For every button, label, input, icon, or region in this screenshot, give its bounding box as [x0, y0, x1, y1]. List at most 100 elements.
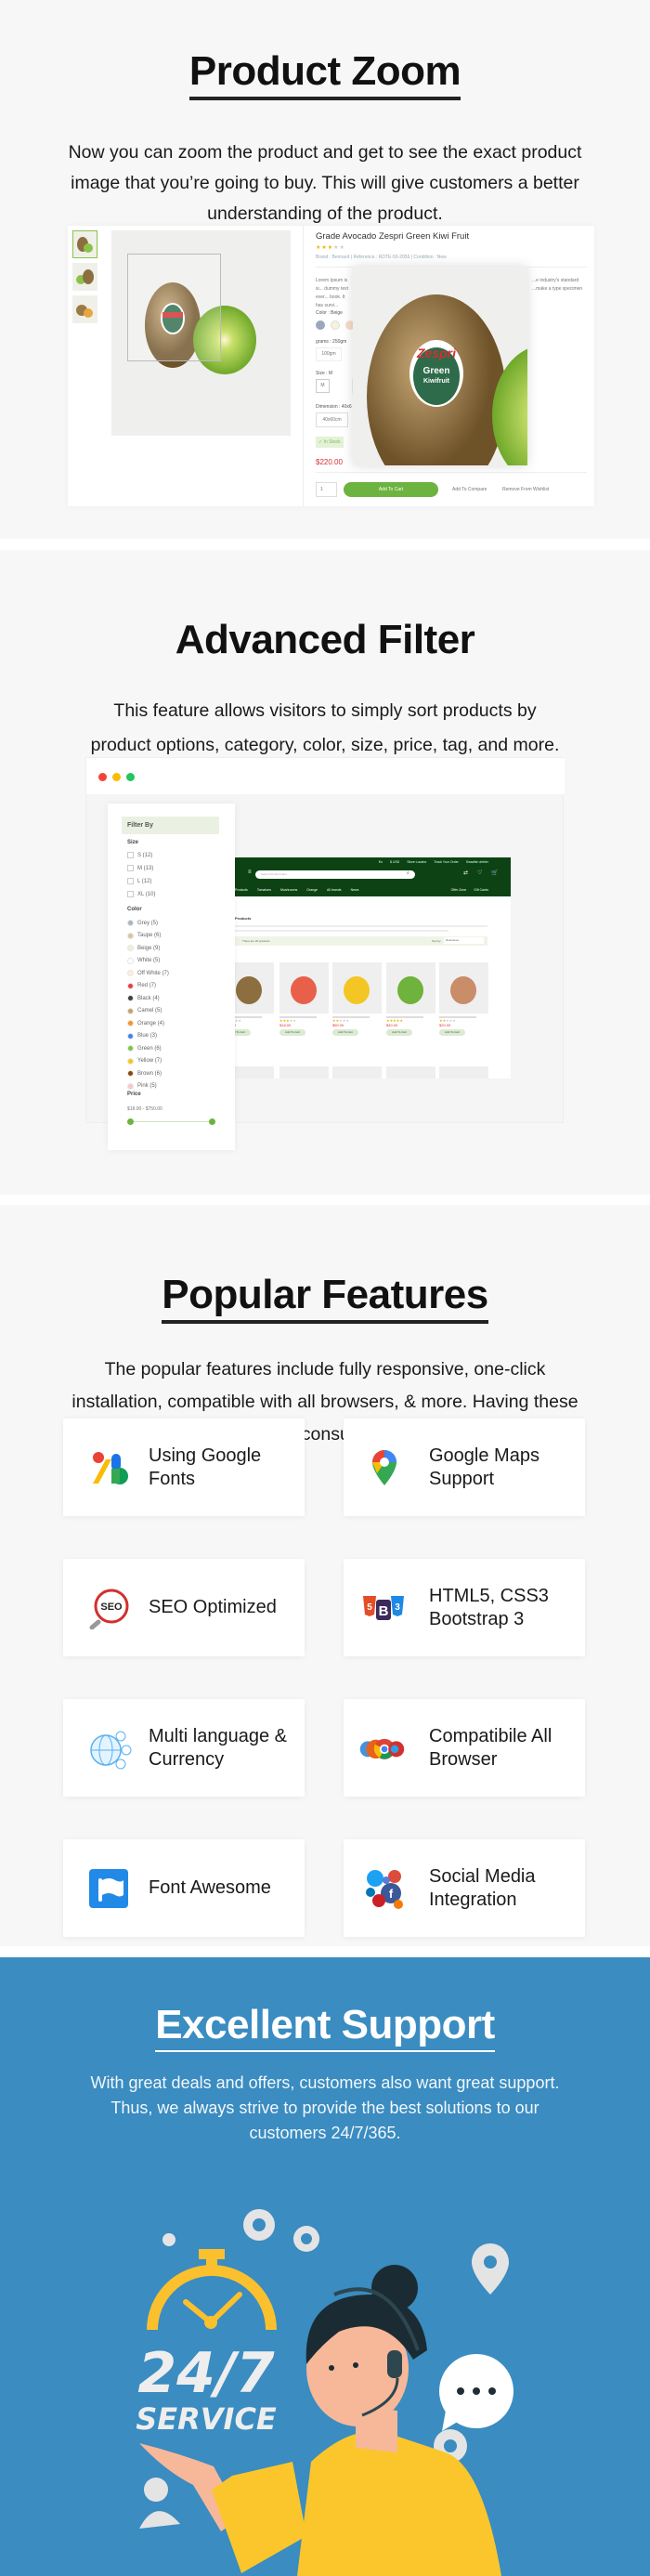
product-image[interactable] — [386, 962, 436, 1013]
color-swatch[interactable] — [127, 982, 134, 989]
color-swatch[interactable] — [331, 320, 340, 330]
minimize-dot-icon[interactable] — [112, 773, 121, 781]
color-filter-option[interactable]: Orange (4) — [127, 1020, 164, 1026]
color-filter-option[interactable]: Camel (5) — [127, 1007, 162, 1014]
add-to-cart-button[interactable]: Add To Cart — [386, 1029, 412, 1036]
close-dot-icon[interactable] — [98, 773, 107, 781]
nav-item[interactable]: Products — [235, 888, 248, 892]
compare-icon[interactable]: ⇄ — [463, 870, 468, 876]
size-filter-option[interactable]: L (12) — [127, 878, 151, 884]
product-card[interactable]: ★★★★★ $40.00 Add To Cart — [386, 962, 436, 1036]
color-swatch[interactable] — [127, 970, 134, 976]
search-icon[interactable]: ⌕ — [407, 870, 410, 876]
color-filter-option[interactable]: Brown (6) — [127, 1070, 162, 1077]
color-swatch[interactable] — [127, 995, 134, 1001]
color-filter-option[interactable]: Taupe (6) — [127, 932, 161, 939]
nav-item[interactable]: Mushrooms — [280, 888, 297, 892]
product-image[interactable] — [439, 1066, 488, 1079]
product-image[interactable] — [235, 1066, 274, 1079]
cart-icon[interactable]: 🛒 — [491, 870, 498, 876]
checkbox[interactable] — [127, 891, 134, 897]
size-filter-option[interactable]: M (13) — [127, 865, 153, 871]
account-link[interactable]: Swadhin dehler — [466, 860, 488, 864]
nav-item[interactable]: Orange — [306, 888, 318, 892]
color-filter-option[interactable]: Beige (9) — [127, 945, 160, 951]
nav-item[interactable]: News — [351, 888, 359, 892]
product-card[interactable] — [332, 1066, 382, 1079]
size-filter-option[interactable]: S (12) — [127, 852, 152, 858]
add-to-cart-button[interactable]: Add To Cart — [332, 1029, 358, 1036]
color-filter-option[interactable]: White (5) — [127, 957, 160, 964]
color-swatch[interactable] — [127, 1020, 134, 1026]
color-swatch[interactable] — [127, 932, 134, 939]
add-to-compare-link[interactable]: Add To Compare — [452, 487, 487, 492]
color-filter-option[interactable]: Green (6) — [127, 1045, 162, 1052]
product-card[interactable] — [280, 1066, 329, 1079]
zoom-lens[interactable] — [127, 254, 221, 361]
color-swatch[interactable] — [316, 320, 325, 330]
track-order-link[interactable]: Track Your Order — [434, 860, 459, 864]
product-card[interactable]: ★★★★★$20.00Add To Cart — [439, 962, 488, 1036]
maximize-dot-icon[interactable] — [126, 773, 135, 781]
checkbox[interactable] — [127, 878, 134, 884]
product-card[interactable] — [386, 1066, 436, 1079]
nav-item[interactable]: Tomatoes — [257, 888, 271, 892]
color-swatch[interactable] — [127, 1057, 134, 1065]
menu-icon[interactable]: ≡ — [248, 870, 252, 875]
product-image[interactable] — [280, 962, 329, 1013]
add-to-cart-button[interactable]: Add To Cart — [280, 1029, 306, 1036]
color-filter-option[interactable]: Red (7) — [127, 982, 156, 989]
thumbnail[interactable] — [72, 230, 98, 258]
offer-zone-link[interactable]: Offer Zone — [451, 888, 467, 892]
color-swatch[interactable] — [127, 1032, 134, 1040]
price-slider-min-handle[interactable] — [127, 1118, 134, 1125]
remove-wishlist-link[interactable]: Remove From Wishlist — [502, 487, 549, 492]
color-filter-option[interactable]: Black (4) — [127, 995, 160, 1001]
main-product-image[interactable] — [111, 230, 291, 436]
currency-select[interactable]: $ USD — [390, 860, 399, 864]
product-image[interactable] — [332, 962, 382, 1013]
product-card[interactable] — [439, 1066, 488, 1079]
color-filter-option[interactable]: Blue (3) — [127, 1032, 157, 1040]
size-option[interactable]: M — [316, 379, 330, 393]
grams-option[interactable]: 100gm — [316, 347, 342, 361]
product-image[interactable] — [332, 1066, 382, 1079]
thumbnail[interactable] — [72, 263, 98, 291]
color-swatch[interactable] — [127, 1007, 134, 1014]
color-swatch[interactable] — [127, 945, 134, 951]
gift-cards-link[interactable]: Gift Cards — [474, 888, 488, 892]
price-slider-track[interactable] — [130, 1121, 212, 1122]
color-swatch[interactable] — [127, 1082, 134, 1090]
color-swatch[interactable] — [127, 1045, 134, 1052]
product-image[interactable] — [386, 1066, 436, 1079]
add-to-cart-button[interactable]: Add To Cart — [439, 1029, 465, 1036]
wishlist-icon[interactable]: ♡ — [477, 870, 482, 876]
checkbox[interactable] — [127, 865, 134, 871]
quantity-stepper[interactable]: 1 — [316, 482, 337, 497]
size-filter-option[interactable]: XL (10) — [127, 891, 155, 897]
product-image[interactable] — [235, 962, 274, 1013]
checkbox[interactable] — [127, 852, 134, 858]
price-slider-max-handle[interactable] — [209, 1118, 215, 1125]
product-card[interactable]: ★★★★★ $50.00 Add To Cart — [332, 962, 382, 1036]
product-card[interactable]: ★★★★★ $18.00 Add To Cart — [280, 962, 329, 1036]
product-card[interactable] — [235, 1066, 274, 1079]
nav-item[interactable]: All brands — [327, 888, 342, 892]
add-to-cart-button[interactable]: Add To Cart — [235, 1029, 251, 1036]
color-swatch[interactable] — [127, 920, 134, 926]
color-filter-option[interactable]: Off White (7) — [127, 970, 169, 976]
color-filter-option[interactable]: Pink (5) — [127, 1082, 157, 1090]
color-swatch[interactable] — [127, 957, 134, 964]
search-input[interactable]: Search Product Here — [255, 870, 415, 879]
thumbnail[interactable] — [72, 295, 98, 323]
sort-select[interactable]: Relevance — [444, 937, 484, 944]
color-filter-option[interactable]: Yellow (7) — [127, 1057, 162, 1065]
add-to-cart-button[interactable]: Add To Cart — [344, 482, 438, 497]
product-image[interactable] — [439, 962, 488, 1013]
product-image[interactable] — [280, 1066, 329, 1079]
language-select[interactable]: En — [379, 860, 383, 864]
product-card[interactable]: ★★★★★$20.00Add To Cart — [235, 962, 274, 1036]
color-filter-option[interactable]: Grey (5) — [127, 920, 158, 926]
color-swatch[interactable] — [127, 1070, 134, 1077]
dimension-option[interactable]: 40x60cm — [316, 412, 348, 427]
